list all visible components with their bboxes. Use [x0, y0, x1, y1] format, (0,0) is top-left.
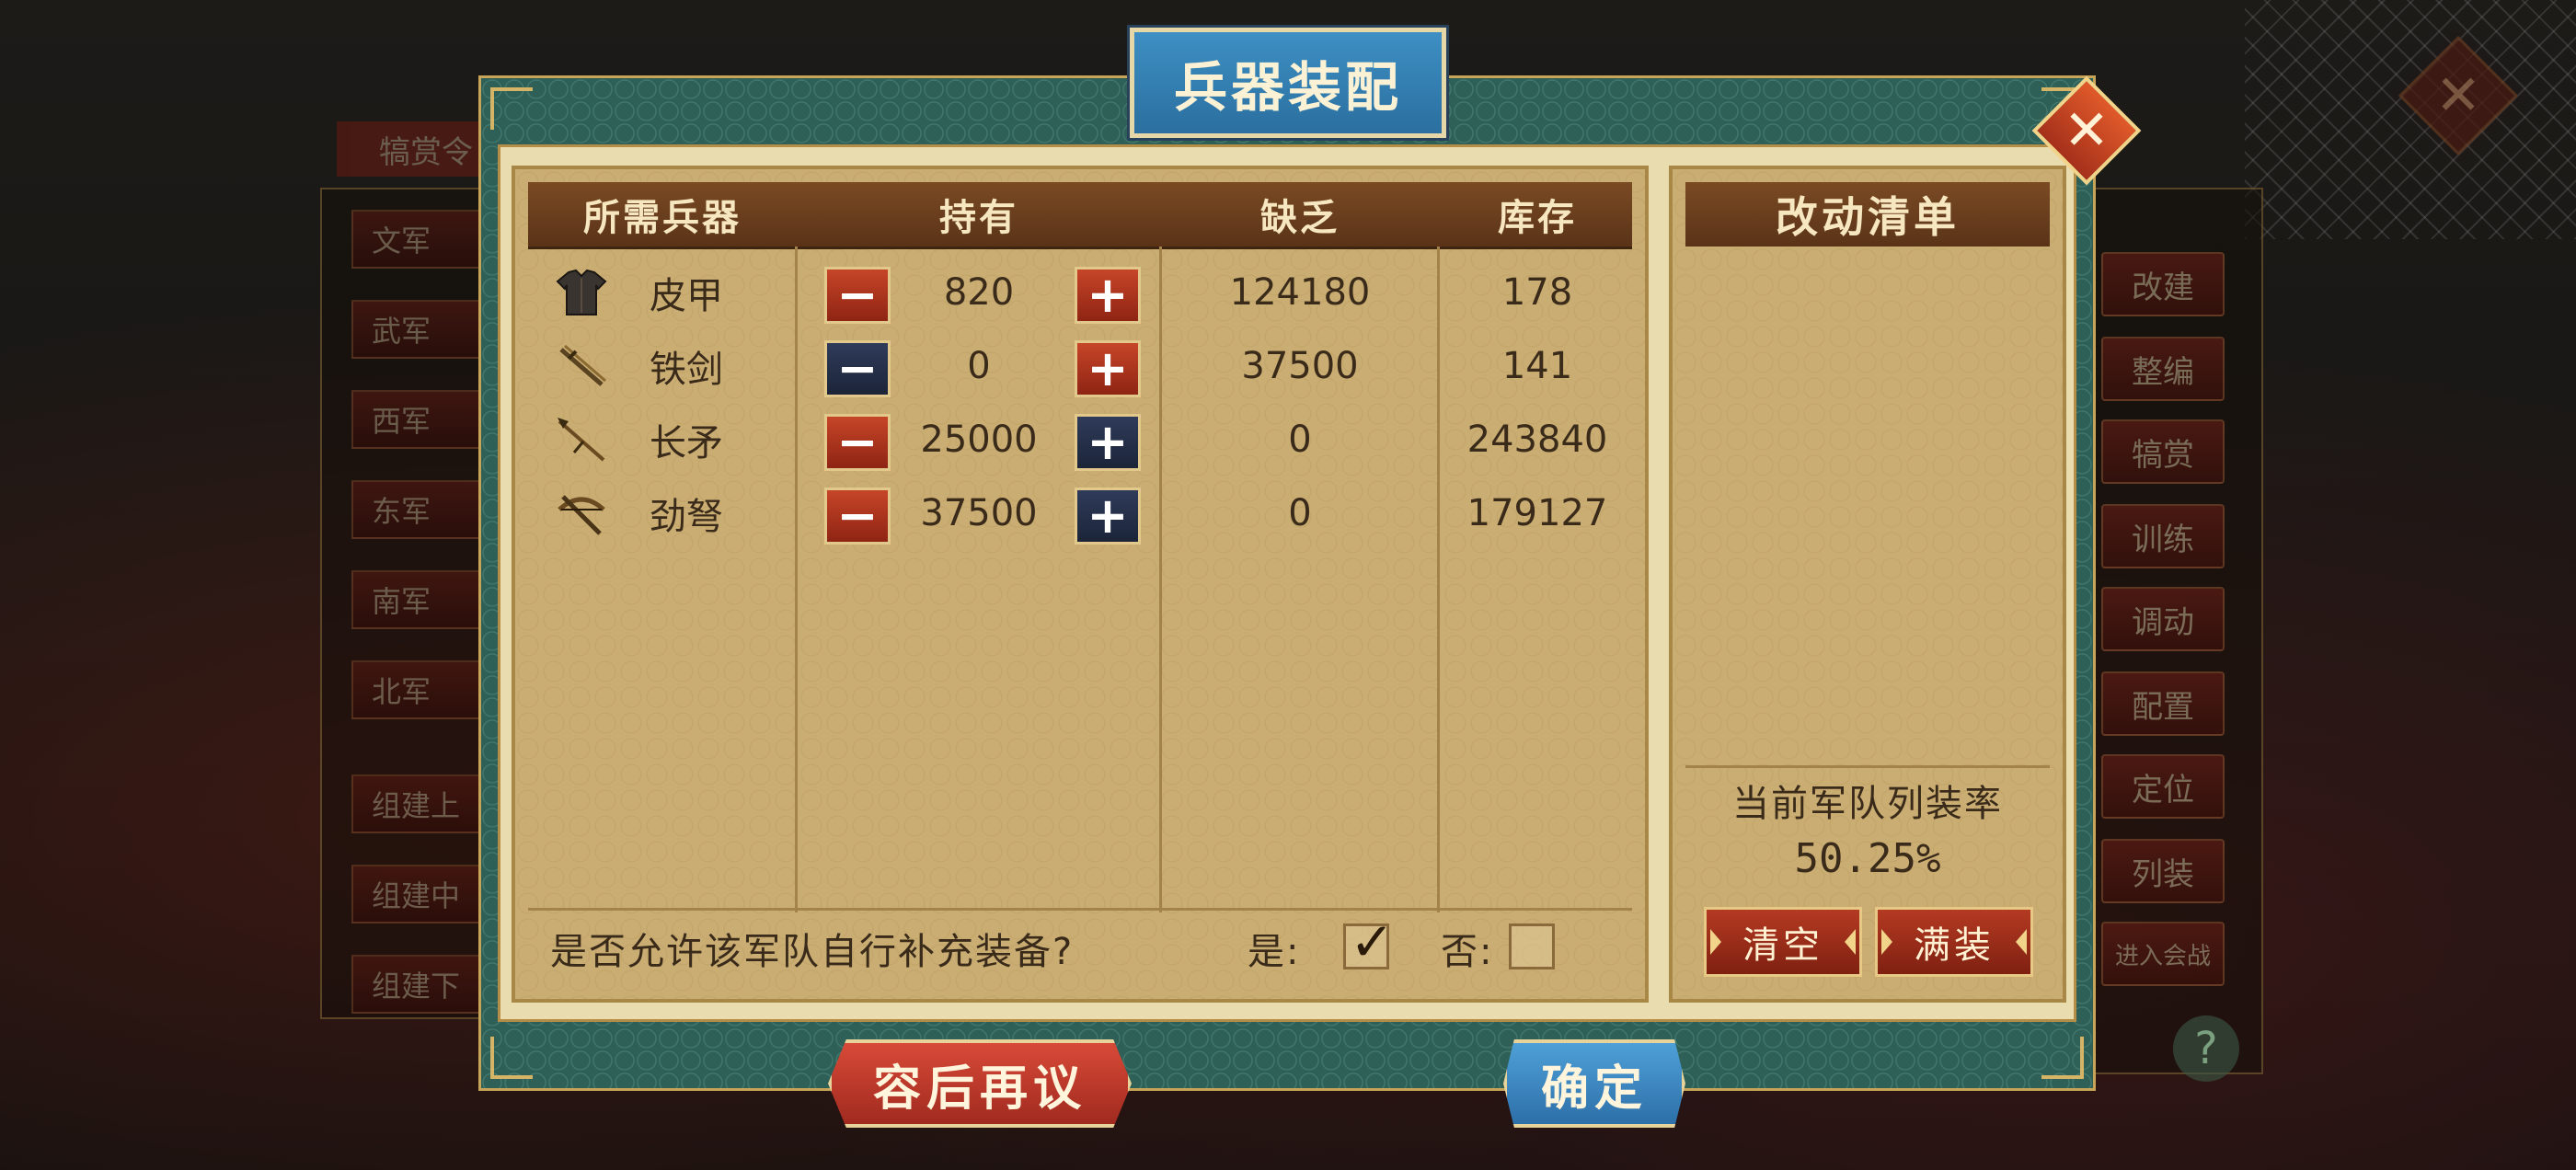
no-checkbox[interactable] — [1509, 923, 1555, 969]
table-row: 长矛 −25000 +0 243840 — [528, 403, 1632, 476]
dialog-title: 兵器装配 — [1130, 28, 1446, 138]
minus-icon: − — [836, 266, 879, 324]
plus-icon: + — [1087, 413, 1129, 471]
lacking-value: 0 — [1288, 492, 1312, 534]
lacking-value: 124180 — [1229, 271, 1371, 314]
background-reward-tab: 犒赏令 — [337, 121, 491, 177]
no-label: 否: — [1441, 931, 1494, 973]
lacking-value: 37500 — [1241, 345, 1359, 387]
help-button[interactable]: ? — [2173, 1015, 2239, 1082]
background-right-button: 调动 — [2101, 587, 2225, 651]
background-left-button: 组建上 — [351, 774, 489, 833]
held-value: 820 — [943, 271, 1015, 314]
change-list-body — [1685, 247, 2050, 768]
corner-ornament — [2041, 1037, 2084, 1079]
crossbow-icon — [556, 489, 607, 537]
weapon-name: 长矛 — [650, 422, 723, 465]
equip-rate-value: 50.25% — [1794, 834, 1941, 882]
minus-icon: − — [836, 339, 879, 397]
decrease-button[interactable]: − — [824, 340, 891, 397]
weapons-table: 所需兵器 持有 缺乏 库存 皮甲 − 820 +124180 178 铁剑 − 0 +37500… — [512, 166, 1649, 1003]
background-right-button: 整编 — [2101, 337, 2225, 401]
header-stock: 库存 — [1498, 197, 1577, 239]
table-row: 铁剑 − 0 +37500 141 — [528, 329, 1632, 403]
background-left-button: 组建中 — [351, 865, 489, 923]
background-left-button: 西军 — [351, 390, 489, 449]
header-lacking: 缺乏 — [1260, 197, 1340, 239]
corner-ornament — [490, 87, 533, 130]
iron-sword-icon — [556, 342, 607, 390]
weapon-name: 劲弩 — [650, 496, 723, 538]
held-value: 37500 — [920, 492, 1038, 534]
background-right-button: 犒赏 — [2101, 419, 2225, 484]
lacking-value: 0 — [1288, 419, 1312, 461]
background-left-button: 北军 — [351, 660, 489, 719]
stock-value: 179127 — [1466, 492, 1608, 534]
table-row: 皮甲 − 820 +124180 178 — [528, 256, 1632, 329]
close-icon: ✕ — [2434, 63, 2482, 128]
background-left-button: 东军 — [351, 480, 489, 539]
yes-label: 是: — [1248, 931, 1301, 973]
long-spear-icon — [556, 416, 607, 464]
change-list-panel: 改动清单 当前军队列装率 50.25% 清空 满装 — [1669, 166, 2066, 1003]
increase-button[interactable]: + — [1075, 267, 1141, 324]
plus-icon: + — [1087, 487, 1129, 545]
auto-supply-question: 是否允许该军队自行补充装备? — [550, 931, 1075, 973]
background-right-button: 列装 — [2101, 839, 2225, 903]
close-icon: ✕ — [2063, 98, 2110, 163]
minus-icon: − — [836, 413, 879, 471]
held-value: 25000 — [920, 419, 1038, 461]
background-left-button: 组建下 — [351, 955, 489, 1014]
yes-checkbox[interactable]: ✓ — [1343, 915, 1395, 969]
minus-icon: − — [836, 487, 879, 545]
held-value: 0 — [967, 345, 991, 387]
background-right-button: 改建 — [2101, 252, 2225, 316]
stock-value: 178 — [1501, 271, 1573, 314]
background-right-button: 训练 — [2101, 504, 2225, 568]
background-lattice — [2245, 0, 2576, 239]
increase-button[interactable]: + — [1075, 414, 1141, 471]
header-required-weapons: 所需兵器 — [583, 197, 742, 239]
background-right-button: 配置 — [2101, 671, 2225, 736]
corner-ornament — [490, 1037, 533, 1079]
header-held: 持有 — [939, 197, 1018, 239]
table-row: 劲弩 −37500 +0 179127 — [528, 476, 1632, 550]
increase-button[interactable]: + — [1075, 488, 1141, 545]
plus-icon: + — [1087, 266, 1129, 324]
weapon-name: 铁剑 — [650, 349, 723, 391]
decrease-button[interactable]: − — [824, 488, 891, 545]
table-header: 所需兵器 持有 缺乏 库存 — [528, 182, 1632, 249]
change-list-title: 改动清单 — [1685, 182, 2050, 247]
check-icon: ✓ — [1350, 911, 1397, 973]
plus-icon: + — [1087, 339, 1129, 397]
auto-supply-row: 是否允许该军队自行补充装备? 是: ✓ 否: — [528, 908, 1632, 986]
increase-button[interactable]: + — [1075, 340, 1141, 397]
stock-value: 141 — [1501, 345, 1573, 387]
decrease-button[interactable]: − — [824, 414, 891, 471]
full-equip-button[interactable]: 满装 — [1875, 907, 2033, 977]
background-left-button: 武军 — [351, 300, 489, 359]
background-left-button: 南军 — [351, 570, 489, 629]
later-button[interactable]: 容后再议 — [828, 1039, 1132, 1128]
decrease-button[interactable]: − — [824, 267, 891, 324]
equip-rate-label: 当前军队列装率 — [1732, 783, 2003, 825]
clear-button[interactable]: 清空 — [1704, 907, 1862, 977]
confirm-button[interactable]: 确定 — [1503, 1039, 1685, 1128]
background-left-button: 文军 — [351, 210, 489, 269]
help-icon: ? — [2194, 1023, 2218, 1074]
weapon-name: 皮甲 — [650, 275, 723, 317]
stock-value: 243840 — [1466, 419, 1608, 461]
background-right-button: 进入会战 — [2101, 922, 2225, 986]
leather-armor-icon — [556, 269, 607, 316]
background-right-button: 定位 — [2101, 754, 2225, 819]
